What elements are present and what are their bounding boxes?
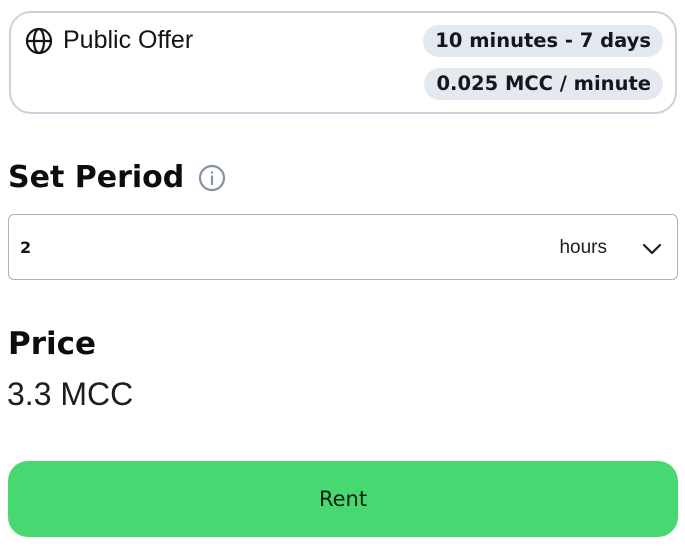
rent-button[interactable]: Rent	[8, 461, 678, 537]
set-period-label: Set Period	[8, 160, 185, 195]
period-value-input[interactable]	[20, 233, 220, 261]
chevron-down-icon	[641, 241, 663, 255]
price-heading: Price	[8, 326, 97, 362]
offer-title: Public Offer	[25, 26, 193, 55]
duration-range-badge: 10 minutes - 7 days	[423, 25, 663, 57]
period-unit-label: hours	[559, 237, 607, 258]
rate-badge: 0.025 MCC / minute	[424, 68, 663, 100]
set-period-heading: Set Period	[8, 160, 226, 195]
info-icon[interactable]	[198, 164, 226, 192]
period-unit-select[interactable]: hours	[559, 235, 663, 261]
globe-icon	[25, 27, 53, 55]
offer-title-label: Public Offer	[63, 26, 194, 54]
price-value: 3.3 MCC	[7, 376, 134, 412]
period-field: hours	[8, 214, 678, 280]
offer-card: Public Offer 10 minutes - 7 days 0.025 M…	[9, 11, 677, 114]
